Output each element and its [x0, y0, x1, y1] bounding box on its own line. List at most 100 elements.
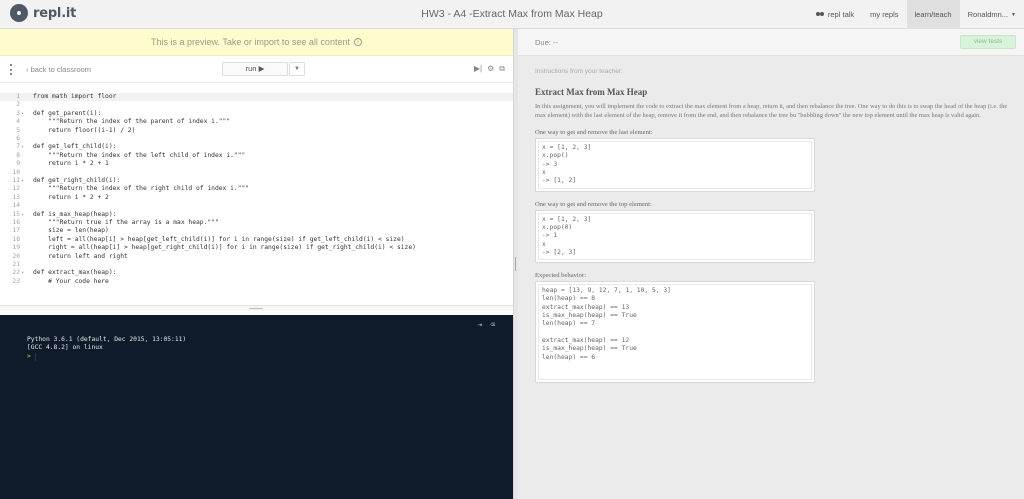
fold-toggle-icon[interactable]: ▾ — [21, 269, 24, 277]
code-line[interactable]: 19 right = all(heap[i] > heap[get_right_… — [0, 244, 513, 252]
line-number: 11 — [12, 177, 20, 184]
example-2-label: One way to get and remove the top elemen… — [535, 200, 652, 208]
fold-toggle-icon[interactable]: ▾ — [21, 143, 24, 151]
toolbar-icons: ▶| ⚙ ⧉ — [474, 64, 505, 74]
console-output: Python 3.6.1 (default, Dec 2015, 13:05:1… — [27, 336, 186, 361]
code-line[interactable]: 10 — [0, 169, 513, 177]
code-text: right = all(heap[i] > heap[get_right_chi… — [33, 244, 416, 252]
code-line[interactable]: 18 left = all(heap[i] > heap[get_left_ch… — [0, 236, 513, 244]
console-line-2: [GCC 4.8.2] on linux — [27, 344, 103, 352]
code-line[interactable]: 5 return floor((i-1) / 2) — [0, 127, 513, 135]
code-line[interactable]: 2 — [0, 101, 513, 109]
assignment-title: Extract Max from Max Heap — [535, 87, 648, 97]
expected-behavior-label: Expected behavior: — [535, 272, 587, 280]
nav-my-repls[interactable]: my repls — [862, 0, 906, 29]
fold-toggle-icon[interactable]: ▾ — [21, 110, 24, 118]
share-icon[interactable]: ⧉ — [499, 64, 505, 74]
code-line[interactable]: 15 ▾ def is_max_heap(heap): — [0, 211, 513, 219]
code-line[interactable]: 23 # Your code here — [0, 278, 513, 286]
line-number: 7 — [16, 143, 20, 151]
run-dropdown[interactable]: ▼ — [289, 62, 305, 76]
code-text: """Return the index of the right child o… — [33, 185, 250, 193]
code-line[interactable]: 3 ▾ def get_parent(i): — [0, 110, 513, 118]
expected-behavior-codebox: heap = [13, 9, 12, 7, 1, 10, 5, 3] len(h… — [535, 281, 815, 384]
code-text: def is_max_heap(heap): — [33, 210, 117, 218]
code-text: def get_left_child(i): — [33, 143, 117, 151]
code-line[interactable]: 14 — [0, 202, 513, 210]
code-text: # Your code here — [33, 277, 109, 285]
top-nav: repl talk my repls learn/teach Ronaldmn.… — [808, 0, 1024, 29]
console[interactable]: ⇥ ⌫ Python 3.6.1 (default, Dec 2015, 13:… — [0, 315, 513, 499]
nav-learn-teach-label: learn/teach — [914, 10, 952, 19]
line-number: 1 — [16, 93, 20, 100]
code-line[interactable]: 7 ▾ def get_left_child(i): — [0, 143, 513, 151]
instructions-document: Extract Max from Max Heap In this assign… — [535, 87, 1015, 392]
back-to-classroom-link[interactable]: ‹ back to classroom — [26, 65, 91, 74]
line-number: 4 — [16, 118, 20, 126]
line-number: 3 — [16, 109, 20, 117]
console-cursor — [34, 352, 36, 361]
console-line-1: Python 3.6.1 (default, Dec 2015, 13:05:1… — [27, 336, 187, 343]
editor-toolbar: ‹ back to classroom run ▶ ▼ ▶| ⚙ ⧉ — [0, 56, 513, 83]
code-text: size = len(heap) — [33, 227, 109, 235]
caret-down-icon: ▼ — [1011, 11, 1016, 18]
chevron-left-icon: ‹ — [26, 65, 29, 74]
instructions-pane: Due: -- view tests Instructions from you… — [518, 29, 1024, 499]
line-number: 15 — [12, 210, 20, 218]
view-tests-button[interactable]: view tests — [960, 35, 1016, 49]
line-number: 16 — [12, 219, 20, 226]
code-text: """Return the index of the parent of ind… — [33, 118, 231, 126]
line-number: 8 — [16, 151, 20, 159]
line-number: 14 — [12, 202, 20, 210]
settings-icon[interactable]: ⚙ — [487, 64, 494, 74]
code-line[interactable]: 6 — [0, 135, 513, 143]
example-1-codebox: x = [1, 2, 3] x.pop() -> 3 x -> [1, 2] — [535, 138, 815, 192]
line-number: 18 — [12, 235, 20, 243]
code-line[interactable]: 1 from math import floor — [0, 93, 513, 102]
code-line[interactable]: 20 return left and right — [0, 253, 513, 261]
instructions-heading: Instructions from your teacher: — [535, 68, 623, 75]
code-line[interactable]: 4 """Return the index of the parent of i… — [0, 118, 513, 126]
line-number: 12 — [12, 185, 20, 193]
code-line[interactable]: 11 ▾ def get_right_child(i): — [0, 177, 513, 185]
info-icon[interactable]: i — [353, 38, 362, 46]
code-line[interactable]: 22 ▾ def extract_max(heap): — [0, 269, 513, 277]
line-number: 22 — [12, 269, 20, 277]
run-button[interactable]: run ▶ — [222, 62, 288, 76]
clear-icon[interactable]: ⌫ — [490, 320, 495, 329]
code-text: """Return true if the array is a max hea… — [33, 219, 219, 226]
nav-repl-talk[interactable]: repl talk — [808, 0, 862, 29]
preview-banner: This is a preview. Take or import to see… — [0, 29, 513, 56]
editor-console-splitter[interactable] — [0, 305, 513, 311]
top-bar: repl.it HW3 - A4 -Extract Max from Max H… — [0, 0, 1024, 29]
code-text: def extract_max(heap): — [33, 269, 117, 277]
code-line[interactable]: 8 """Return the index of the left child … — [0, 152, 513, 160]
code-line[interactable]: 9 return i * 2 + 1 — [0, 160, 513, 168]
console-icons: ⇥ ⌫ — [477, 320, 495, 329]
code-line[interactable]: 12 """Return the index of the right chil… — [0, 185, 513, 193]
code-text: from math import floor — [33, 93, 117, 100]
kebab-menu-icon[interactable] — [10, 64, 13, 75]
line-number: 20 — [12, 252, 20, 260]
play-to-end-icon[interactable]: ▶| — [474, 64, 482, 74]
expected-behavior-code: heap = [13, 9, 12, 7, 1, 10, 5, 3] len(h… — [538, 284, 812, 381]
line-number: 9 — [16, 160, 20, 168]
code-line[interactable]: 21 — [0, 261, 513, 269]
code-text: return i * 2 + 1 — [33, 160, 109, 168]
code-text: def get_right_child(i): — [33, 177, 121, 184]
code-text: return i * 2 + 2 — [33, 193, 109, 201]
fold-toggle-icon[interactable]: ▾ — [21, 177, 24, 185]
user-menu[interactable]: Ronaldmn... ▼ — [960, 0, 1024, 29]
line-number: 13 — [12, 193, 20, 201]
code-line[interactable]: 17 size = len(heap) — [0, 227, 513, 235]
caret-down-icon: ▼ — [294, 66, 300, 72]
code-editor[interactable]: 1 from math import floor 2 3 ▾ def get_parent… — [0, 93, 513, 305]
terminal-icon[interactable]: ⇥ — [477, 320, 482, 329]
line-number: 10 — [12, 168, 20, 176]
code-line[interactable]: 13 return i * 2 + 2 — [0, 194, 513, 202]
fold-toggle-icon[interactable]: ▾ — [21, 211, 24, 219]
line-number: 17 — [12, 227, 20, 235]
code-line[interactable]: 16 """Return true if the array is a max … — [0, 219, 513, 227]
nav-learn-teach[interactable]: learn/teach — [906, 0, 960, 29]
example-2-codebox: x = [1, 2, 3] x.pop(0) -> 1 x -> [2, 3] — [535, 209, 815, 264]
